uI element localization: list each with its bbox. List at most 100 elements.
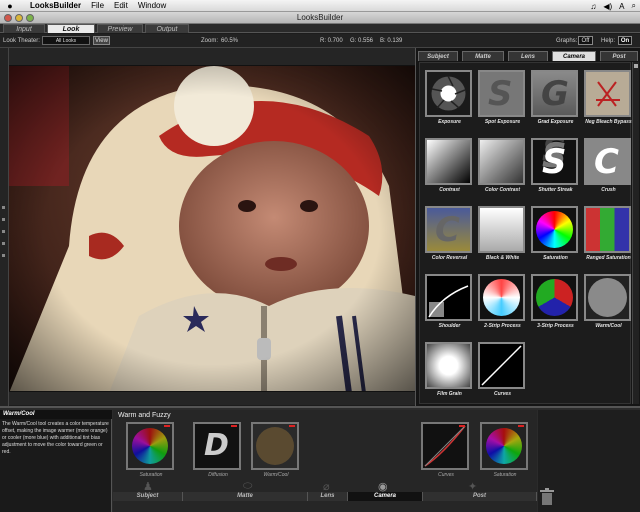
color-reversal-icon: C <box>425 206 472 253</box>
stack-tab-matte[interactable]: Matte <box>183 492 308 501</box>
tool-ranged-saturation[interactable]: Ranged Saturation <box>582 204 634 270</box>
tab-output[interactable]: Output <box>145 24 189 33</box>
stack-item-label: Saturation <box>493 472 517 478</box>
tool-spot-exposure[interactable]: S Spot Exposure <box>476 68 528 134</box>
tool-label: Spot Exposure <box>484 119 521 125</box>
red-readout: R: 0.700 <box>320 38 343 44</box>
tool-category-tabs: Subject Matte Lens Camera Post <box>418 51 639 61</box>
tab-preview[interactable]: Preview <box>97 24 143 33</box>
stack-item-saturation[interactable]: Saturation <box>126 422 176 482</box>
view-button[interactable]: View <box>93 36 110 45</box>
app-menu[interactable]: LooksBuilder <box>30 1 81 10</box>
looksbuilder-app: ● LooksBuilder File Edit Window ♫ ◀) A ⌕… <box>0 0 640 512</box>
bleach-bypass-icon <box>584 70 631 117</box>
left-tool-strip <box>0 48 9 406</box>
tab-look[interactable]: Look <box>47 24 95 33</box>
stack-tab-subject[interactable]: Subject <box>113 492 183 501</box>
stack-item-diffusion[interactable]: D Diffusion <box>193 422 243 482</box>
tool-exposure[interactable]: Exposure <box>423 68 475 134</box>
tools-panel: Subject Matte Lens Camera Post Exposure … <box>415 48 640 406</box>
viewer-tool-5[interactable] <box>2 254 5 257</box>
tool-color-contrast[interactable]: Color Contrast <box>476 136 528 202</box>
tool-2-strip-process[interactable]: 2-Strip Process <box>476 272 528 338</box>
stack-item-saturation-2[interactable]: Saturation <box>480 422 530 482</box>
spotlight-icon[interactable]: ⌕ <box>632 1 636 11</box>
tool-label: Shoulder <box>438 323 461 329</box>
help-panel: Warm/Cool The Warm/Cool tool creates a c… <box>0 410 112 512</box>
crush-icon: C <box>584 138 631 185</box>
tool-shutter-streak[interactable]: S Shutter Streak <box>529 136 581 202</box>
viewer-tools <box>2 206 6 266</box>
bottom-area: Warm/Cool The Warm/Cool tool creates a c… <box>0 406 640 512</box>
tool-label: Neg Bleach Bypass <box>585 119 632 125</box>
viewer-tool-3[interactable] <box>2 230 5 233</box>
tab-lens[interactable]: Lens <box>508 51 548 61</box>
apple-menu-icon[interactable]: ● <box>4 1 16 11</box>
tool-neg-bleach-bypass[interactable]: Neg Bleach Bypass <box>582 68 634 134</box>
tab-matte[interactable]: Matte <box>462 51 504 61</box>
stack-item-label: Diffusion <box>208 472 228 478</box>
tool-label: Grad Exposure <box>537 119 574 125</box>
tool-label: 3-Strip Process <box>537 323 574 329</box>
trash-icon[interactable] <box>540 488 554 506</box>
grad-exposure-icon: G <box>531 70 578 117</box>
stack-item-label: Saturation <box>139 472 163 478</box>
window-title: LooksBuilder <box>296 13 344 22</box>
tab-camera[interactable]: Camera <box>552 51 596 61</box>
tool-warm-cool[interactable]: Warm/Cool <box>582 272 634 338</box>
tool-3-strip-process[interactable]: 3-Strip Process <box>529 272 581 338</box>
stack-item-curves[interactable]: Curves <box>421 422 471 482</box>
zoom-button[interactable] <box>26 14 34 22</box>
scroll-knob[interactable] <box>634 64 638 68</box>
look-theater-select[interactable]: All Looks <box>42 36 90 45</box>
tool-shoulder[interactable]: Shoulder <box>423 272 475 338</box>
help-label: Help: <box>601 38 616 44</box>
viewer-tool-2[interactable] <box>2 218 5 221</box>
toolbar: Look Theater: All Looks View Zoom: 60.5%… <box>0 34 640 48</box>
stack-tab-post[interactable]: Post <box>423 492 537 501</box>
graphs-toggle[interactable]: Off <box>578 36 593 45</box>
tool-grad-exposure[interactable]: G Grad Exposure <box>529 68 581 134</box>
stack-tab-camera[interactable]: Camera <box>348 492 423 501</box>
tool-film-grain[interactable]: Film Grain <box>423 340 475 406</box>
tab-input[interactable]: Input <box>3 24 45 33</box>
tool-curves[interactable]: Curves <box>476 340 528 406</box>
file-menu[interactable]: File <box>91 1 104 10</box>
minimize-button[interactable] <box>15 14 23 22</box>
tool-label: Contrast <box>439 187 460 193</box>
viewer-tool-1[interactable] <box>2 206 5 209</box>
tool-label: Ranged Saturation <box>586 255 631 261</box>
baby-photo-illustration <box>9 66 415 391</box>
volume-icon[interactable]: ◀) <box>603 2 612 11</box>
color-contrast-icon <box>478 138 525 185</box>
window-titlebar: LooksBuilder <box>0 12 640 24</box>
close-button[interactable] <box>4 14 12 22</box>
tab-post[interactable]: Post <box>600 51 638 61</box>
viewer-tool-4[interactable] <box>2 242 5 245</box>
tool-color-reversal[interactable]: C Color Reversal <box>423 204 475 270</box>
music-icon[interactable]: ♫ <box>590 2 596 11</box>
edit-menu[interactable]: Edit <box>114 1 128 10</box>
look-theater-label: Look Theater: <box>3 38 40 44</box>
input-menu-icon[interactable]: A <box>619 2 624 11</box>
graphs-label: Graphs: <box>556 38 578 44</box>
stack-categories: Subject Matte Lens Camera Post <box>113 492 537 501</box>
menubar-status: ♫ ◀) A ⌕ <box>590 0 636 12</box>
curves-icon <box>421 422 469 470</box>
preview-image[interactable] <box>9 65 415 392</box>
tools-scrollbar[interactable] <box>632 62 639 404</box>
look-name[interactable]: Warm and Fuzzy <box>118 412 171 419</box>
tab-subject[interactable]: Subject <box>418 51 458 61</box>
help-toggle[interactable]: On <box>618 36 632 45</box>
image-viewer <box>9 48 415 405</box>
warm-cool-icon <box>251 422 299 470</box>
stack-tab-lens[interactable]: Lens <box>308 492 348 501</box>
tool-contrast[interactable]: Contrast <box>423 136 475 202</box>
tool-label: Black & White <box>485 255 520 261</box>
tool-saturation[interactable]: Saturation <box>529 204 581 270</box>
mode-tabs: Input Look Preview Output <box>0 24 640 33</box>
tool-black-white[interactable]: Black & White <box>476 204 528 270</box>
tool-crush[interactable]: C Crush <box>582 136 634 202</box>
window-menu[interactable]: Window <box>138 1 166 10</box>
stack-item-warm-cool[interactable]: Warm/Cool <box>251 422 301 482</box>
